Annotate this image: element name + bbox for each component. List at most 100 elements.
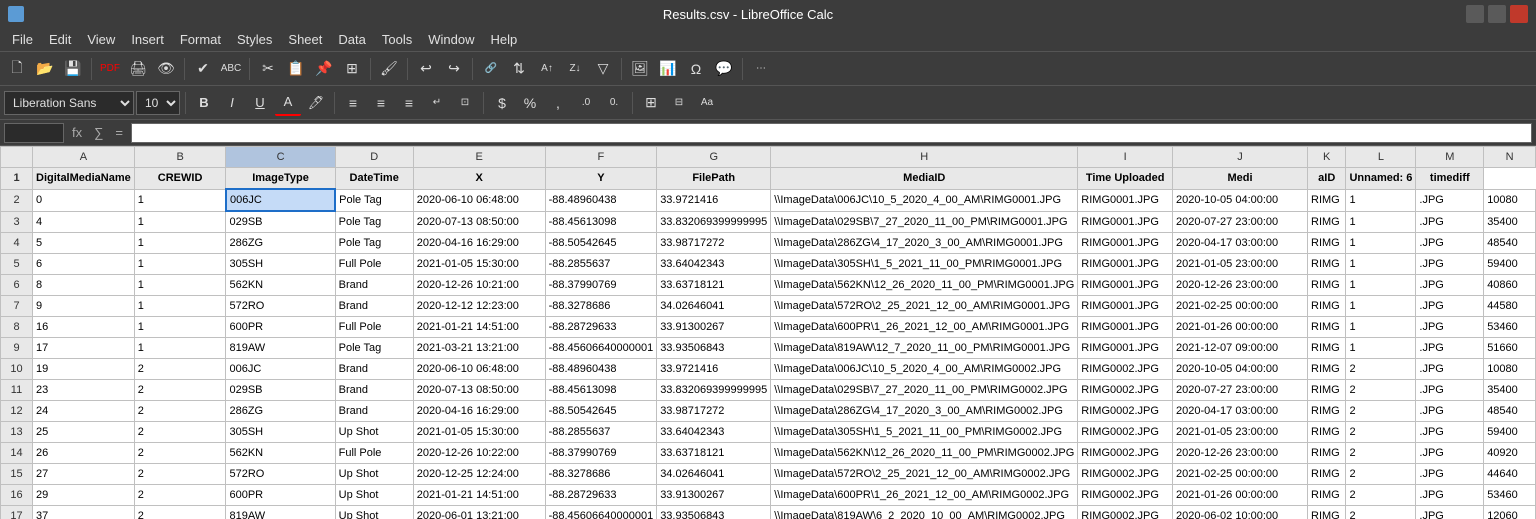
thousands-button[interactable]: , [545,90,571,116]
data-cell[interactable]: 6 [33,254,135,275]
data-cell[interactable]: 10 [1,359,33,380]
data-cell[interactable]: .JPG [1416,233,1484,254]
data-cell[interactable]: 8 [33,275,135,296]
data-cell[interactable]: 40860 [1484,275,1536,296]
data-cell[interactable]: RIMG0001.JPG [1078,275,1173,296]
data-cell[interactable]: 33.63718121 [657,275,771,296]
data-cell[interactable]: 2020-07-27 23:00:00 [1173,380,1308,401]
data-cell[interactable]: 572RO [226,464,335,485]
data-cell[interactable]: 4 [33,211,135,233]
decimal-remove-button[interactable]: 0. [601,90,627,116]
data-cell[interactable]: .JPG [1416,296,1484,317]
data-cell[interactable]: 2 [134,359,226,380]
data-cell[interactable]: 53460 [1484,485,1536,506]
data-cell[interactable]: 9 [33,296,135,317]
data-cell[interactable]: 2020-06-01 13:21:00 [413,506,545,519]
highlight-button[interactable]: 🖊 [303,90,329,116]
data-cell[interactable]: 2021-01-26 00:00:00 [1173,317,1308,338]
data-cell[interactable]: \\ImageData\006JC\10_5_2020_4_00_AM\RIMG… [771,189,1078,211]
menu-help[interactable]: Help [482,30,525,49]
copy-button[interactable]: 📋 [283,56,309,82]
col-header-h[interactable]: H [771,147,1078,168]
data-cell[interactable]: RIMG0002.JPG [1078,464,1173,485]
open-button[interactable]: 📂 [32,56,58,82]
data-cell[interactable]: 1 [134,317,226,338]
data-cell[interactable]: Up Shot [335,485,413,506]
data-cell[interactable]: 1 [134,254,226,275]
pdf-button[interactable]: PDF [97,56,123,82]
data-cell[interactable]: 562KN [226,275,335,296]
data-cell[interactable]: 819AW [226,506,335,519]
font-select[interactable]: Liberation Sans [4,91,134,115]
align-right-button[interactable]: ≡ [396,90,422,116]
autospell-button[interactable]: ABC [218,56,244,82]
data-cell[interactable]: Pole Tag [335,233,413,254]
data-cell[interactable]: 1 [134,189,226,211]
data-cell[interactable]: 2021-01-21 14:51:00 [413,485,545,506]
data-cell[interactable]: -88.37990769 [545,275,657,296]
data-cell[interactable]: -88.3278686 [545,464,657,485]
menu-sheet[interactable]: Sheet [280,30,330,49]
menu-file[interactable]: File [4,30,41,49]
data-cell[interactable]: 2 [1346,506,1416,519]
data-cell[interactable]: 600PR [226,317,335,338]
col-header-g[interactable]: G [657,147,771,168]
spellcheck-button[interactable]: ✔ [190,56,216,82]
menu-styles[interactable]: Styles [229,30,280,49]
pastespecial-button[interactable]: ⊞ [339,56,365,82]
data-cell[interactable]: RIMG0001.JPG [1078,296,1173,317]
data-cell[interactable]: 33.98717272 [657,233,771,254]
header-cell[interactable]: ImageType [226,168,335,190]
data-cell[interactable]: 2021-03-21 13:21:00 [413,338,545,359]
data-cell[interactable]: 2020-07-13 08:50:00 [413,211,545,233]
col-header-m[interactable]: M [1416,147,1484,168]
data-cell[interactable]: 24 [33,401,135,422]
sum-icon[interactable]: ∑ [90,125,107,140]
data-cell[interactable]: 2020-10-05 04:00:00 [1173,359,1308,380]
data-cell[interactable]: \\ImageData\305SH\1_5_2021_11_00_PM\RIMG… [771,422,1078,443]
data-cell[interactable]: 2020-06-10 06:48:00 [413,189,545,211]
data-cell[interactable]: RIMG [1308,401,1346,422]
data-cell[interactable]: 2 [134,443,226,464]
paste-button[interactable]: 📌 [311,56,337,82]
insert-image-button[interactable]: 🖼 [627,56,653,82]
data-cell[interactable]: -88.45613098 [545,380,657,401]
data-cell[interactable]: 35400 [1484,211,1536,233]
col-header-a[interactable]: A [33,147,135,168]
data-cell[interactable]: RIMG0001.JPG [1078,254,1173,275]
data-cell[interactable]: 33.93506843 [657,338,771,359]
data-cell[interactable]: RIMG [1308,317,1346,338]
data-cell[interactable]: 51660 [1484,338,1536,359]
col-header-j[interactable]: J [1173,147,1308,168]
minimize-button[interactable] [1466,5,1484,23]
data-cell[interactable]: RIMG [1308,211,1346,233]
data-cell[interactable]: Brand [335,275,413,296]
data-cell[interactable]: 2020-12-26 10:22:00 [413,443,545,464]
data-cell[interactable]: .JPG [1416,254,1484,275]
data-cell[interactable]: 572RO [226,296,335,317]
data-cell[interactable]: -88.2855637 [545,422,657,443]
data-cell[interactable]: 1 [134,233,226,254]
data-cell[interactable]: .JPG [1416,401,1484,422]
insert-chart-button[interactable]: 📊 [655,56,681,82]
data-cell[interactable]: 9 [1,338,33,359]
data-cell[interactable]: \\ImageData\006JC\10_5_2020_4_00_AM\RIMG… [771,359,1078,380]
data-cell[interactable]: -88.50542645 [545,401,657,422]
function-wizard-icon[interactable]: fx [68,125,86,140]
fontcolor-button[interactable]: A [275,90,301,116]
data-cell[interactable]: \\ImageData\600PR\1_26_2021_12_00_AM\RIM… [771,485,1078,506]
data-cell[interactable]: 27 [33,464,135,485]
data-cell[interactable]: 4 [1,233,33,254]
decimal-add-button[interactable]: .0 [573,90,599,116]
data-cell[interactable]: 2021-01-26 00:00:00 [1173,485,1308,506]
col-header-n[interactable]: N [1484,147,1536,168]
format-paint-button[interactable]: 🖌 [376,56,402,82]
data-cell[interactable]: 1 [1346,338,1416,359]
data-cell[interactable]: \\ImageData\305SH\1_5_2021_11_00_PM\RIMG… [771,254,1078,275]
data-cell[interactable]: .JPG [1416,211,1484,233]
data-cell[interactable]: 286ZG [226,401,335,422]
data-cell[interactable]: 48540 [1484,233,1536,254]
data-cell[interactable]: 33.91300267 [657,485,771,506]
menu-insert[interactable]: Insert [123,30,172,49]
data-cell[interactable]: 2 [1346,359,1416,380]
